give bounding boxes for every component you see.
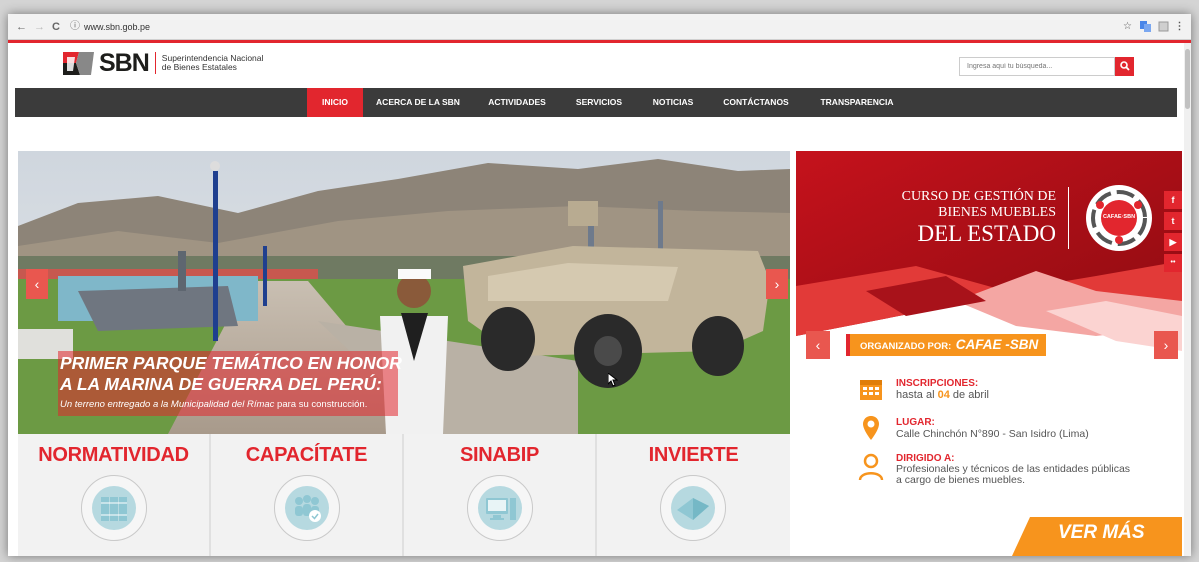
nav-servicios[interactable]: SERVICIOS xyxy=(568,88,630,117)
nav-noticias[interactable]: NOTICIAS xyxy=(645,88,701,117)
card-invierte-title: INVIERTE xyxy=(648,444,739,466)
hero-caption-italic: Un terreno entregado a la Municipalidad … xyxy=(60,399,275,410)
card-invierte[interactable]: INVIERTE xyxy=(597,434,790,556)
capacitate-circle xyxy=(274,475,340,541)
banner-title: CURSO DE GESTIÓN DE BIENES MUEBLES DEL E… xyxy=(876,189,1056,247)
nav-contactanos[interactable]: CONTÁCTANOS xyxy=(715,88,797,117)
hero-headline-line-2: A LA MARINA DE GUERRA DEL PERÚ: xyxy=(60,374,382,394)
dirigido-value: Profesionales y técnicos de las entidade… xyxy=(896,464,1130,486)
youtube-icon[interactable]: ▶ xyxy=(1164,233,1182,251)
page-scrollbar[interactable] xyxy=(1184,43,1191,556)
hero-prev-arrow[interactable]: ‹ xyxy=(26,269,48,299)
inscripciones-value: hasta al 04 de abril xyxy=(896,389,989,401)
site-info-icon[interactable]: ⓘ xyxy=(70,20,80,34)
inscripciones-suffix: de abril xyxy=(949,389,989,401)
browser-toolbar: ← → C ⓘ www.sbn.gob.pe ☆ ⋮ xyxy=(8,14,1191,40)
search-input[interactable] xyxy=(959,57,1115,76)
search-button[interactable] xyxy=(1115,57,1134,76)
hero-headline-line-1: PRIMER PARQUE TEMÁTICO EN HONOR xyxy=(60,353,402,373)
cafae-badge-text: CAFAE·SBN xyxy=(1102,214,1136,220)
card-sinabip[interactable]: SINABIP xyxy=(404,434,597,556)
promo-banner[interactable]: CURSO DE GESTIÓN DE BIENES MUEBLES DEL E… xyxy=(796,151,1182,556)
ver-mas-label: VER MÁS xyxy=(1058,522,1145,543)
banner-prev-arrow[interactable]: ‹ xyxy=(806,331,830,359)
calendar-icon xyxy=(860,380,882,400)
banner-title-line-2: BIENES MUEBLES xyxy=(938,205,1056,220)
facebook-icon[interactable]: f xyxy=(1164,191,1182,209)
cafae-badge: CAFAE·SBN xyxy=(1086,185,1152,251)
back-icon[interactable]: ← xyxy=(16,20,27,34)
computer-icon xyxy=(478,486,522,530)
search-icon xyxy=(1119,61,1130,71)
forward-icon[interactable]: → xyxy=(34,20,45,34)
location-pin-icon xyxy=(863,416,879,440)
hero-caption-tail: para su construcción. xyxy=(274,399,368,410)
sinabip-circle xyxy=(467,475,533,541)
flickr-icon[interactable]: •• xyxy=(1164,254,1182,272)
banner-next-arrow[interactable]: › xyxy=(1154,331,1178,359)
card-normatividad-title: NORMATIVIDAD xyxy=(38,444,189,466)
chrome-menu-icon[interactable]: ⋮ xyxy=(1173,20,1186,33)
banner-title-line-3: DEL ESTADO xyxy=(917,221,1056,246)
hero-caption: Un terreno entregado a la Municipalidad … xyxy=(60,399,367,410)
translate-extension-icon[interactable] xyxy=(1139,20,1152,33)
organizer-label: ORGANIZADO POR: xyxy=(860,341,952,352)
hero-next-arrow[interactable]: › xyxy=(766,269,788,299)
nav-acerca[interactable]: ACERCA DE LA SBN xyxy=(368,88,468,117)
logo-wordmark: SBN xyxy=(99,48,150,77)
group-training-icon xyxy=(285,486,329,530)
extension-icon[interactable] xyxy=(1157,20,1170,33)
reload-icon[interactable]: C xyxy=(52,20,60,34)
card-capacitate[interactable]: CAPACÍTATE xyxy=(211,434,404,556)
card-capacitate-title: CAPACÍTATE xyxy=(245,444,368,466)
social-sidebar: f t ▶ •• xyxy=(1164,191,1184,275)
inscripciones-day: 04 xyxy=(937,389,950,401)
card-normatividad[interactable]: NORMATIVIDAD xyxy=(18,434,211,556)
site-logo[interactable]: SBN Superintendencia Nacional de Bienes … xyxy=(63,48,264,77)
logo-subtitle: Superintendencia Nacional de Bienes Esta… xyxy=(162,54,264,72)
card-sinabip-title: SINABIP xyxy=(459,444,540,466)
bookmark-star-icon[interactable]: ☆ xyxy=(1121,20,1134,33)
nav-inicio[interactable]: INICIO xyxy=(307,88,363,117)
inscripciones-label: INSCRIPCIONES: xyxy=(896,378,979,389)
normatividad-circle xyxy=(81,475,147,541)
inscripciones-prefix: hasta al xyxy=(896,389,938,401)
page-viewport: SBN Superintendencia Nacional de Bienes … xyxy=(8,43,1184,556)
browser-window: ← → C ⓘ www.sbn.gob.pe ☆ ⋮ SBN Superinte… xyxy=(8,14,1191,556)
banner-title-divider xyxy=(1068,187,1069,249)
invierte-circle xyxy=(660,475,726,541)
banner-title-line-1: CURSO DE GESTIÓN DE xyxy=(901,189,1056,204)
person-icon xyxy=(858,453,884,481)
lugar-label: LUGAR: xyxy=(896,417,935,428)
lugar-value: Calle Chinchón N°890 - San Isidro (Lima) xyxy=(896,428,1089,440)
main-navigation: INICIO ACERCA DE LA SBN ACTIVIDADES SERV… xyxy=(15,88,1177,117)
logo-subtitle-line-2: de Bienes Estatales xyxy=(161,62,237,72)
mouse-cursor-icon xyxy=(608,373,618,387)
nav-transparencia[interactable]: TRANSPARENCIA xyxy=(812,88,902,117)
address-bar[interactable]: www.sbn.gob.pe xyxy=(84,20,150,34)
twitter-icon[interactable]: t xyxy=(1164,212,1182,230)
organizer-tag: ORGANIZADO POR: CAFAE -SBN xyxy=(846,334,1047,356)
hero-slider: ‹ › PRIMER PARQUE TEMÁTICO EN HONOR A LA… xyxy=(18,151,790,434)
hero-headline[interactable]: PRIMER PARQUE TEMÁTICO EN HONOR A LA MAR… xyxy=(60,353,402,395)
dirigido-line-2: a cargo de bienes muebles. xyxy=(896,474,1025,486)
logo-divider xyxy=(154,52,156,74)
organizer-name: CAFAE -SBN xyxy=(955,337,1039,352)
sbn-logo-mark-icon xyxy=(63,50,96,76)
books-icon xyxy=(92,486,136,530)
nav-actividades[interactable]: ACTIVIDADES xyxy=(480,88,554,117)
scrollbar-thumb[interactable] xyxy=(1185,49,1190,109)
land-parcel-icon xyxy=(671,486,715,530)
